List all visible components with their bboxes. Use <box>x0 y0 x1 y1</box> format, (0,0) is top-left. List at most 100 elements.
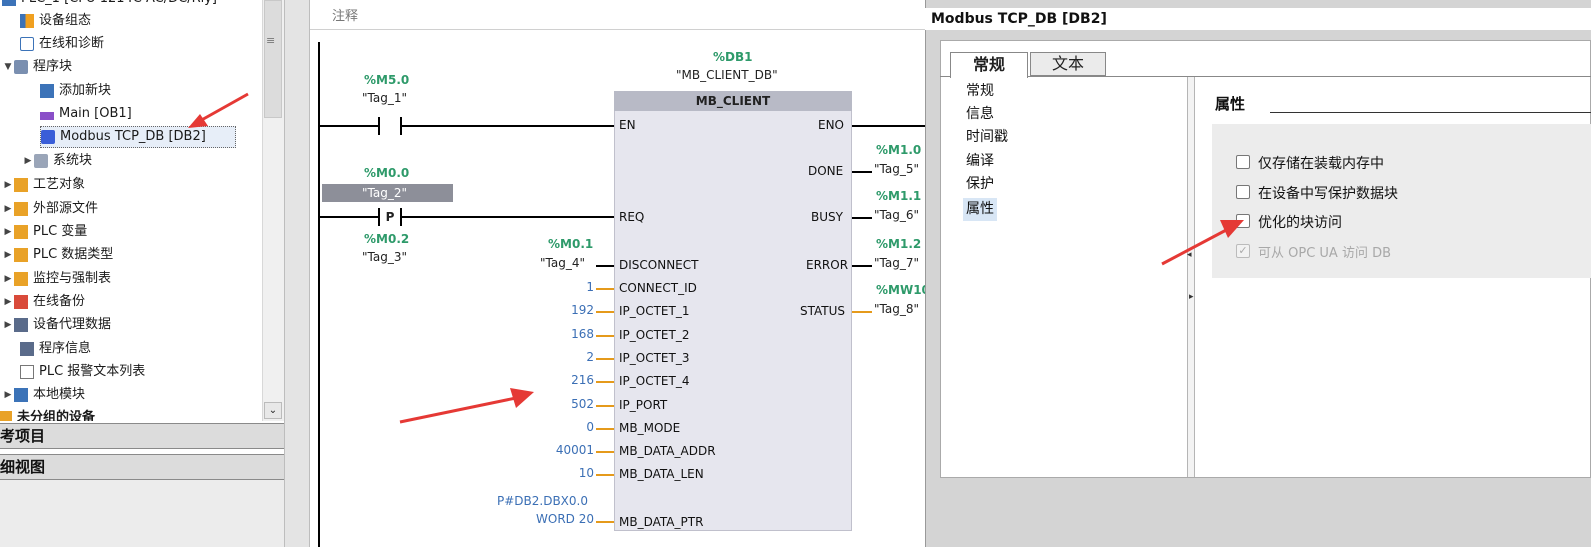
tree-item-external-sources[interactable]: ▶ 外部源文件 <box>2 198 98 220</box>
input-wire <box>596 451 614 453</box>
tree-item-label: 设备组态 <box>39 13 92 28</box>
annotation-arrow-icon <box>399 388 534 424</box>
output-address: %M1.0 <box>876 143 922 157</box>
collapse-right-icon[interactable]: ▸ <box>1189 292 1194 302</box>
tree-item-label: PLC 变量 <box>33 224 88 239</box>
tree-item-technology-objects[interactable]: ▶ 工艺对象 <box>2 174 85 196</box>
tree-item-main-ob1[interactable]: Main [OB1] <box>40 103 132 125</box>
tree-item-device-proxy[interactable]: ▶ 设备代理数据 <box>2 314 111 336</box>
load-memory-only-checkbox[interactable] <box>1236 155 1250 169</box>
panel-divider[interactable] <box>284 0 310 547</box>
online-backups-icon <box>14 295 28 309</box>
annotation-arrow-icon <box>188 92 249 128</box>
alarm-text-icon <box>20 365 34 379</box>
program-info-icon <box>20 342 34 356</box>
block-title: MB_CLIENT <box>614 91 852 111</box>
contact-tag: "Tag_2" <box>362 186 407 200</box>
output-wire <box>852 171 872 173</box>
dialog-title: Modbus TCP_DB [DB2] <box>925 8 1591 30</box>
collapsed-arrow-icon[interactable]: ▶ <box>2 174 14 196</box>
tree-item-alarm-text[interactable]: PLC 报警文本列表 <box>20 361 145 383</box>
collapsed-arrow-icon[interactable]: ▶ <box>2 221 14 243</box>
pin-status: STATUS <box>800 304 846 318</box>
tree-item-label: Main [OB1] <box>59 106 132 121</box>
device-proxy-icon <box>14 318 28 332</box>
pin-req: REQ <box>619 210 645 224</box>
input-wire <box>596 288 614 290</box>
input-value: 168 <box>571 327 594 341</box>
input-value: 2 <box>586 350 594 364</box>
tree-item-watch-tables[interactable]: ▶ 监控与强制表 <box>2 268 111 290</box>
tree-item-plc[interactable]: PLC_1 [CPU 1214C AC/DC/Rly] <box>2 0 217 10</box>
tree-item-system-blocks[interactable]: ▶ 系统块 <box>22 150 92 172</box>
output-tag: "Tag_5" <box>874 162 919 176</box>
contact-address: %M5.0 <box>364 73 410 87</box>
annotation-arrow-icon <box>1161 220 1244 266</box>
tree-item-online-diagnostics[interactable]: 在线和诊断 <box>20 33 104 55</box>
tab-text[interactable]: 文本 <box>1030 52 1106 76</box>
nav-information[interactable]: 信息 <box>966 103 994 126</box>
input-wire <box>596 474 614 476</box>
scroll-down-icon[interactable]: ⌄ <box>264 402 282 419</box>
scroll-grip-icon: ≡ <box>266 34 276 47</box>
tree-item-local-modules[interactable]: ▶ 本地模块 <box>2 384 85 406</box>
tree-scroll-thumb[interactable] <box>264 0 282 118</box>
tree-item-label: 程序信息 <box>39 341 92 356</box>
input-wire <box>596 381 614 383</box>
output-address: %M1.1 <box>876 189 922 203</box>
input-address: %M0.1 <box>548 237 594 251</box>
tree-item-add-block[interactable]: 添加新块 <box>40 80 111 102</box>
collapsed-arrow-icon[interactable]: ▶ <box>2 268 14 290</box>
tree-item-label: 系统块 <box>53 153 93 168</box>
db-block-icon <box>41 130 55 144</box>
expanded-arrow-icon[interactable]: ▼ <box>2 56 14 78</box>
nav-general[interactable]: 常规 <box>966 80 994 103</box>
reference-projects-header[interactable]: 考项目 <box>0 423 286 449</box>
instance-db-address: %DB1 <box>713 50 753 64</box>
input-value: 216 <box>571 373 594 387</box>
technology-objects-icon <box>14 178 28 192</box>
nav-compile[interactable]: 编译 <box>966 150 994 173</box>
collapsed-arrow-icon[interactable]: ▶ <box>2 314 14 336</box>
nav-splitter[interactable] <box>1187 77 1195 477</box>
pin-ip-port: IP_PORT <box>619 398 668 412</box>
nav-timestamp[interactable]: 时间戳 <box>966 126 1008 149</box>
comment-row[interactable]: 注释 <box>310 0 925 30</box>
tree-item-program-info[interactable]: 程序信息 <box>20 338 91 360</box>
input-wire <box>596 521 614 523</box>
rung-wire <box>402 216 614 218</box>
nav-attributes[interactable]: 属性 <box>963 198 997 221</box>
output-wire <box>852 125 925 127</box>
input-value: 40001 <box>555 443 594 457</box>
tree-item-label: 在线和诊断 <box>39 36 105 51</box>
collapsed-arrow-icon[interactable]: ▶ <box>2 384 14 406</box>
input-wire <box>596 265 614 267</box>
tree-item-plc-datatypes[interactable]: ▶ PLC 数据类型 <box>2 244 113 266</box>
collapsed-arrow-icon[interactable]: ▶ <box>22 150 34 172</box>
tree-item-device-config[interactable]: 设备组态 <box>20 10 91 32</box>
tree-item-online-backups[interactable]: ▶ 在线备份 <box>2 291 85 313</box>
nav-protection[interactable]: 保护 <box>966 173 994 196</box>
details-view-header[interactable]: 细视图 <box>0 454 286 480</box>
program-blocks-folder-icon <box>14 60 28 74</box>
ungrouped-devices-icon <box>0 411 12 421</box>
pin-error: ERROR <box>806 258 849 272</box>
input-wire <box>596 311 614 313</box>
tree-item-label: PLC 数据类型 <box>33 247 114 262</box>
contact-tag: "Tag_1" <box>362 91 407 105</box>
collapsed-arrow-icon[interactable]: ▶ <box>2 244 14 266</box>
input-value: 192 <box>571 303 594 317</box>
collapsed-arrow-icon[interactable]: ▶ <box>2 291 14 313</box>
tab-general[interactable]: 常规 <box>950 52 1028 78</box>
collapsed-arrow-icon[interactable]: ▶ <box>2 198 14 220</box>
tab-divider <box>940 76 1591 77</box>
tree-item-ungrouped-devices[interactable]: 未分组的设备 <box>0 407 95 421</box>
tree-item-plc-tags[interactable]: ▶ PLC 变量 <box>2 221 87 243</box>
rung-wire <box>320 125 378 127</box>
device-config-icon <box>20 14 34 28</box>
pin-ip-octet-2: IP_OCTET_2 <box>619 328 690 342</box>
contact-m50[interactable] <box>378 117 402 135</box>
write-protect-checkbox[interactable] <box>1236 185 1250 199</box>
p-contact-m00[interactable]: P <box>378 208 402 226</box>
tree-item-program-blocks[interactable]: ▼ 程序块 <box>2 56 72 78</box>
